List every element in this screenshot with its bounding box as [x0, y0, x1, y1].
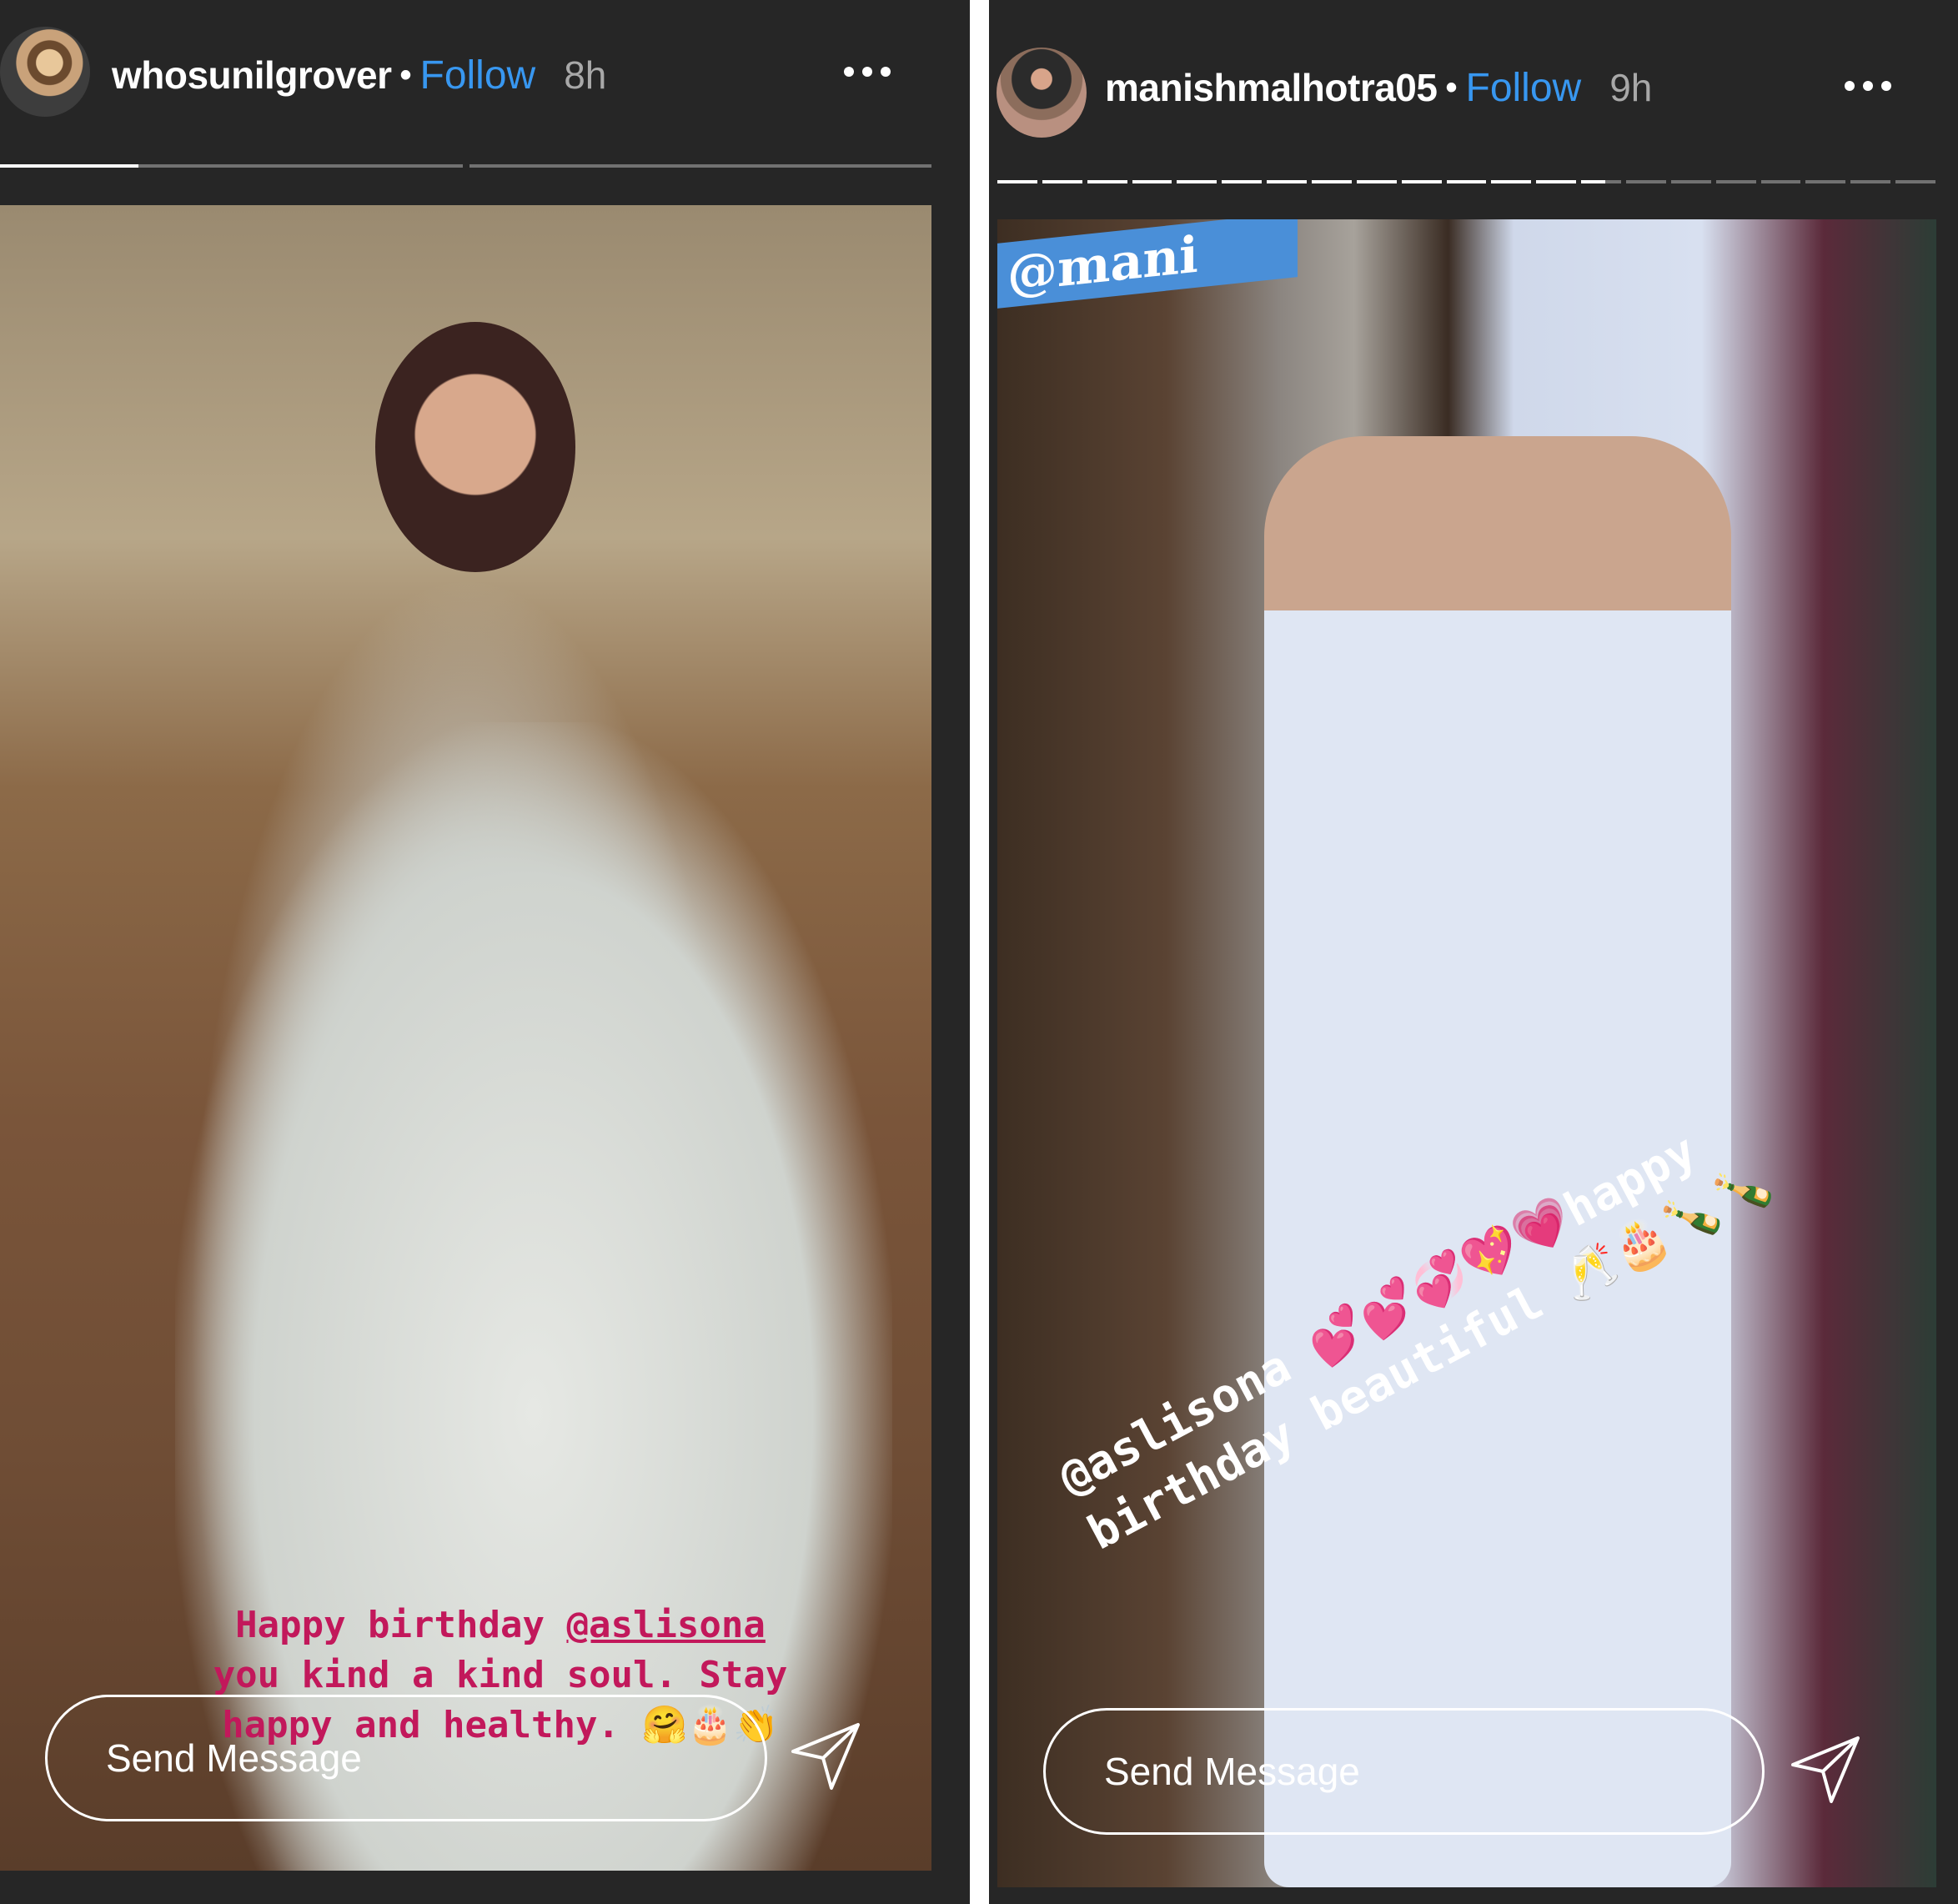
- send-message-placeholder: Send Message: [106, 1736, 362, 1780]
- progress-segment: [1850, 180, 1891, 183]
- progress-segment: [1895, 180, 1936, 183]
- follow-button[interactable]: Follow: [420, 53, 536, 98]
- story-progress-bar: [997, 180, 1936, 183]
- story-panel-right: manishmalhotra05 • Follow 9h @mani Send …: [989, 0, 1958, 1904]
- progress-segment: [1760, 180, 1801, 183]
- progress-segment: [1715, 180, 1756, 183]
- progress-segment: [1626, 180, 1666, 183]
- send-icon[interactable]: [1788, 1731, 1863, 1806]
- separator: •: [1445, 68, 1458, 106]
- caption-text: Happy birthday: [235, 1604, 567, 1646]
- progress-segment: [1446, 180, 1487, 183]
- progress-segment: [1581, 180, 1622, 183]
- progress-segment: [469, 164, 931, 168]
- progress-segment: [1312, 180, 1352, 183]
- caption-text: you kind a kind soul. Stay: [213, 1654, 788, 1696]
- story-panel-left: whosunilgrover • Follow 8h Happy birthda…: [0, 0, 970, 1904]
- progress-segment: [1491, 180, 1532, 183]
- username[interactable]: whosunilgrover: [112, 53, 392, 98]
- progress-segment: [1267, 180, 1308, 183]
- more-options-icon[interactable]: [844, 67, 891, 77]
- more-options-icon[interactable]: [1845, 81, 1891, 91]
- progress-segment: [1356, 180, 1397, 183]
- progress-segment: [1042, 180, 1082, 183]
- avatar[interactable]: [997, 48, 1087, 138]
- send-message-input[interactable]: Send Message: [1043, 1708, 1765, 1835]
- mention-link[interactable]: @aslisona: [566, 1604, 765, 1646]
- mention-sticker[interactable]: @mani: [997, 219, 1298, 309]
- progress-segment: [1670, 180, 1711, 183]
- send-message-placeholder: Send Message: [1104, 1750, 1360, 1793]
- story-header: manishmalhotra05 • Follow 9h: [989, 0, 1958, 175]
- story-progress-bar: [0, 164, 931, 168]
- progress-segment: [1132, 180, 1172, 183]
- progress-segment: [1536, 180, 1577, 183]
- username[interactable]: manishmalhotra05: [1105, 65, 1438, 110]
- progress-segment: [997, 180, 1037, 183]
- progress-segment: [1222, 180, 1263, 183]
- story-media[interactable]: @mani: [997, 219, 1936, 1887]
- progress-segment: [1401, 180, 1442, 183]
- progress-segment: [0, 164, 463, 168]
- avatar[interactable]: [0, 27, 90, 117]
- send-icon[interactable]: [788, 1718, 863, 1793]
- timestamp: 8h: [564, 53, 607, 97]
- progress-segment: [1087, 180, 1127, 183]
- send-message-input[interactable]: Send Message: [45, 1695, 767, 1821]
- separator: •: [399, 56, 412, 93]
- progress-segment: [1805, 180, 1846, 183]
- follow-button[interactable]: Follow: [1466, 65, 1582, 111]
- progress-segment: [1177, 180, 1217, 183]
- timestamp: 9h: [1609, 66, 1653, 109]
- photo-subject-head: [375, 322, 575, 572]
- story-header: whosunilgrover • Follow 8h: [0, 0, 970, 150]
